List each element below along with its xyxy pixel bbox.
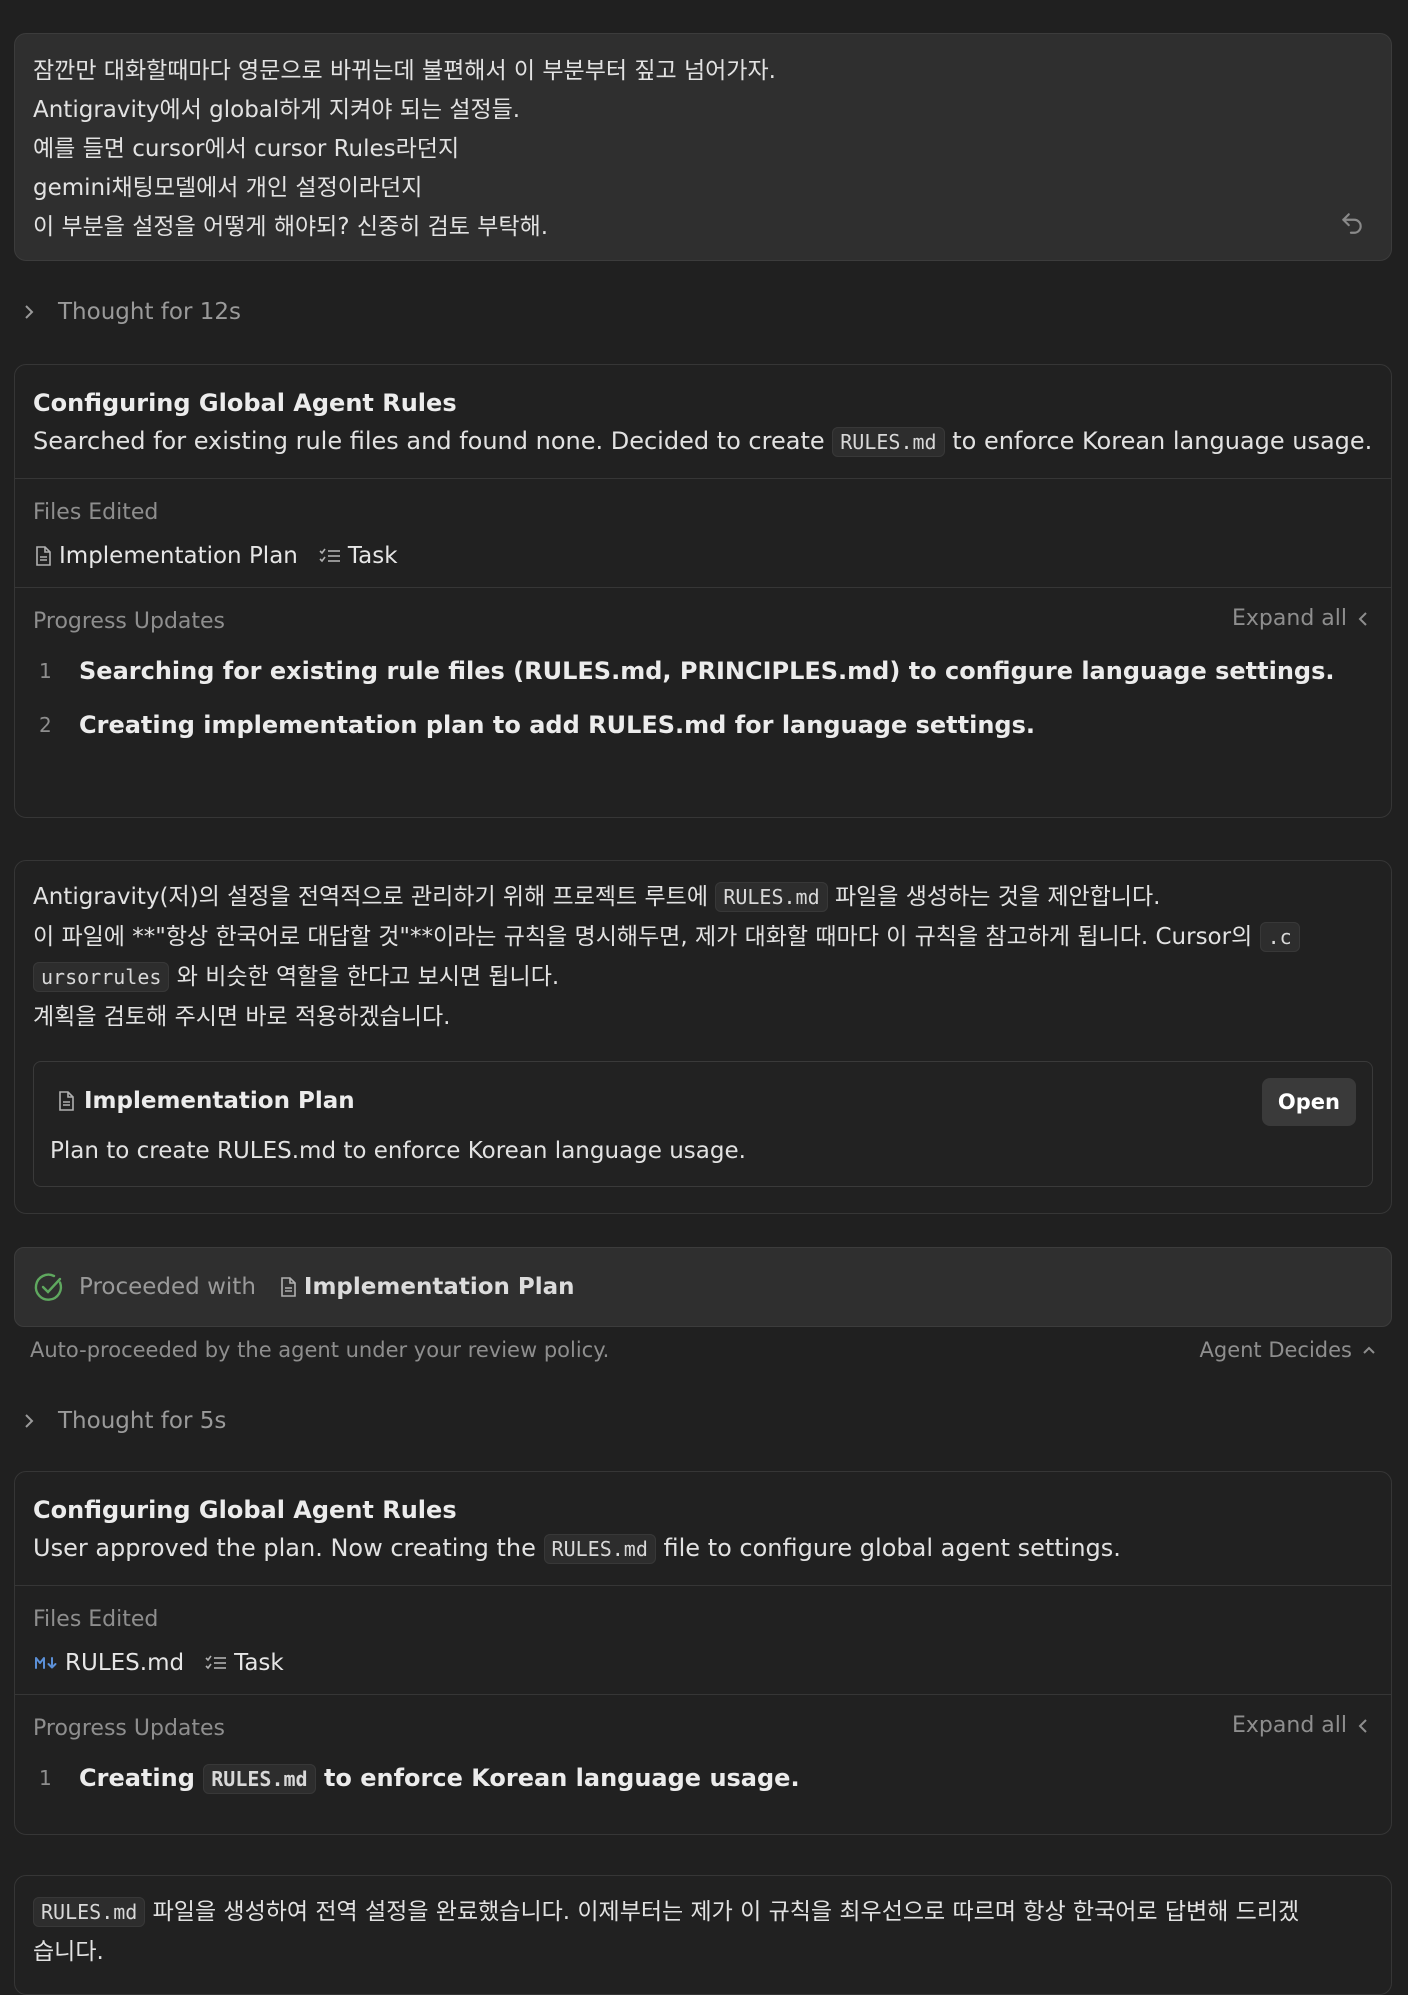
response-text: Antigravity(저)의 설정을 전역적으로 관리하기 위해 프로젝트 루…: [33, 884, 708, 910]
response-text: 파일을 생성하여 전역 설정을 완료했습니다. 이제부터는 제가 이 규칙을 최…: [152, 1899, 1300, 1925]
thought-label: Thought for 5s: [58, 1408, 227, 1434]
document-icon: [36, 546, 51, 566]
step-number: 2: [39, 713, 52, 737]
thought-toggle[interactable]: Thought for 12s: [22, 294, 241, 330]
task-description: User approved the plan. Now creating the…: [33, 1528, 1373, 1569]
file-chip-implementation-plan[interactable]: Implementation Plan: [33, 543, 298, 569]
document-icon: [59, 1091, 74, 1111]
open-button[interactable]: Open: [1261, 1078, 1356, 1126]
file-chip-label: RULES.md: [65, 1650, 185, 1676]
task-description-text: to enforce Korean language usage.: [952, 427, 1373, 455]
progress-step: 1 Searching for existing rule files (RUL…: [33, 644, 1373, 698]
task-card: Configuring Global Agent Rules User appr…: [14, 1471, 1392, 1835]
response-paragraph: Antigravity(저)의 설정을 전역적으로 관리하기 위해 프로젝트 루…: [33, 877, 1373, 917]
file-chip-rules-md[interactable]: RULES.md: [33, 1650, 184, 1676]
inline-code: .c: [1259, 922, 1300, 952]
check-circle-icon: [34, 1273, 63, 1301]
user-message-line: 예를 들면 cursor에서 cursor Rules라던지: [33, 136, 460, 162]
progress-step: 2 Creating implementation plan to add RU…: [33, 698, 1373, 752]
task-header: Configuring Global Agent Rules Searched …: [15, 365, 1391, 479]
response-paragraph: 습니다.: [33, 1939, 104, 1965]
expand-all-button[interactable]: Expand all: [1232, 606, 1369, 631]
files-edited-label: Files Edited: [33, 500, 159, 525]
task-title: Configuring Global Agent Rules: [33, 1496, 457, 1524]
policy-text: Auto-proceeded by the agent under your r…: [30, 1338, 610, 1362]
agent-decides-label: Agent Decides: [1199, 1338, 1353, 1362]
step-text: Searching for existing rule files (RULES…: [79, 657, 1335, 685]
task-title: Configuring Global Agent Rules: [33, 389, 457, 417]
chevron-right-icon: [25, 1414, 34, 1428]
inline-code: RULES.md: [33, 1897, 146, 1927]
plan-description: Plan to create RULES.md to enforce Korea…: [50, 1138, 746, 1164]
response-paragraph: 계획을 검토해 주시면 바로 적용하겠습니다.: [33, 1004, 451, 1030]
step-number: 1: [39, 659, 52, 683]
files-edited-section: Files Edited Implementation Plan Task: [15, 479, 1391, 588]
plan-title: Implementation Plan: [50, 1078, 1356, 1124]
inline-code: RULES.md: [203, 1764, 316, 1794]
undo-icon[interactable]: [1339, 210, 1365, 236]
response-text: 이 파일에 **"항상 한국어로 대답할 것"**이라는 규칙을 명시해두면, …: [33, 924, 1253, 950]
user-message-line: 이 부분을 설정을 어떻게 해야되? 신중히 검토 부탁해.: [33, 214, 549, 240]
thought-toggle[interactable]: Thought for 5s: [22, 1403, 226, 1439]
checklist-icon: [319, 548, 340, 563]
file-chip-task[interactable]: Task: [204, 1650, 284, 1676]
step-text: Creating implementation plan to add RULE…: [79, 711, 1036, 739]
expand-all-button[interactable]: Expand all: [1232, 1713, 1369, 1738]
response-text: 파일을 생성하는 것을 제안합니다.: [834, 884, 1161, 910]
task-header: Configuring Global Agent Rules User appr…: [15, 1472, 1391, 1586]
files-edited-section: Files Edited RULES.md Task: [15, 1586, 1391, 1695]
step-text-part: to enforce Korean language usage.: [323, 1764, 800, 1792]
user-message: 잠깐만 대화할때마다 영문으로 바뀌는데 불편해서 이 부분부터 짚고 넘어가자…: [14, 33, 1392, 261]
expand-all-label: Expand all: [1232, 1713, 1347, 1738]
response-text: 와 비슷한 역할을 한다고 보시면 됩니다.: [176, 964, 560, 990]
task-description-text: file to configure global agent settings.: [663, 1534, 1121, 1562]
document-icon: [281, 1277, 296, 1297]
chevron-left-icon: [1358, 1718, 1367, 1733]
response-paragraph: ursorrules 와 비슷한 역할을 한다고 보시면 됩니다.: [33, 957, 1373, 997]
markdown-icon: [35, 1657, 57, 1669]
plan-title-text: Implementation Plan: [84, 1088, 355, 1114]
file-chip-label: Task: [234, 1650, 284, 1676]
progress-updates-section: Progress Updates Expand all 1 Creating R…: [15, 1695, 1391, 1821]
task-description-text: User approved the plan. Now creating the: [33, 1534, 536, 1562]
user-message-line: gemini채팅모델에서 개인 설정이라던지: [33, 175, 423, 201]
response-paragraph: 이 파일에 **"항상 한국어로 대답할 것"**이라는 규칙을 명시해두면, …: [33, 917, 1373, 957]
review-policy-row: Auto-proceeded by the agent under your r…: [30, 1332, 1376, 1368]
progress-step: 1 Creating RULES.md to enforce Korean la…: [33, 1751, 1373, 1805]
file-chip-label: Task: [347, 543, 398, 569]
chevron-right-icon: [25, 305, 34, 319]
inline-code: RULES.md: [715, 882, 828, 912]
task-card: Configuring Global Agent Rules Searched …: [14, 364, 1392, 818]
progress-updates-section: Progress Updates Expand all 1 Searching …: [15, 588, 1391, 768]
inline-code: RULES.md: [832, 427, 945, 457]
assistant-response: RULES.md 파일을 생성하여 전역 설정을 완료했습니다. 이제부터는 제…: [14, 1875, 1392, 1995]
progress-updates-label: Progress Updates: [33, 609, 226, 634]
step-text-part: Creating: [79, 1764, 195, 1792]
task-description-text: Searched for existing rule files and fou…: [33, 427, 825, 455]
user-message-line: 잠깐만 대화할때마다 영문으로 바뀌는데 불편해서 이 부분부터 짚고 넘어가자…: [33, 58, 776, 84]
chevron-left-icon: [1358, 611, 1367, 626]
checklist-icon: [205, 1655, 227, 1670]
expand-all-label: Expand all: [1232, 606, 1347, 631]
inline-code: RULES.md: [543, 1534, 656, 1564]
proceeded-plan-chip[interactable]: Implementation Plan: [278, 1274, 575, 1300]
proceeded-banner: Proceeded with Implementation Plan: [14, 1247, 1392, 1327]
assistant-response: Antigravity(저)의 설정을 전역적으로 관리하기 위해 프로젝트 루…: [14, 860, 1392, 1214]
user-message-line: Antigravity에서 global하게 지켜야 되는 설정들.: [33, 97, 521, 123]
file-chip-task[interactable]: Task: [318, 543, 398, 569]
thought-label: Thought for 12s: [58, 299, 241, 325]
step-number: 1: [39, 1766, 52, 1790]
progress-updates-label: Progress Updates: [33, 1716, 226, 1741]
chip-label: Implementation Plan: [303, 1274, 575, 1300]
inline-code: ursorrules: [33, 962, 170, 992]
proceeded-label: Proceeded with: [79, 1274, 256, 1300]
agent-decides-dropdown[interactable]: Agent Decides: [1200, 1338, 1377, 1362]
file-chip-label: Implementation Plan: [59, 543, 298, 569]
step-text: Creating RULES.md to enforce Korean lang…: [79, 1764, 800, 1794]
files-edited-label: Files Edited: [33, 1607, 159, 1632]
implementation-plan-card[interactable]: Implementation Plan Open Plan to create …: [33, 1061, 1373, 1187]
task-description: Searched for existing rule files and fou…: [33, 421, 1373, 462]
chevron-up-icon: [1363, 1346, 1375, 1354]
response-paragraph: RULES.md 파일을 생성하여 전역 설정을 완료했습니다. 이제부터는 제…: [33, 1892, 1373, 1932]
